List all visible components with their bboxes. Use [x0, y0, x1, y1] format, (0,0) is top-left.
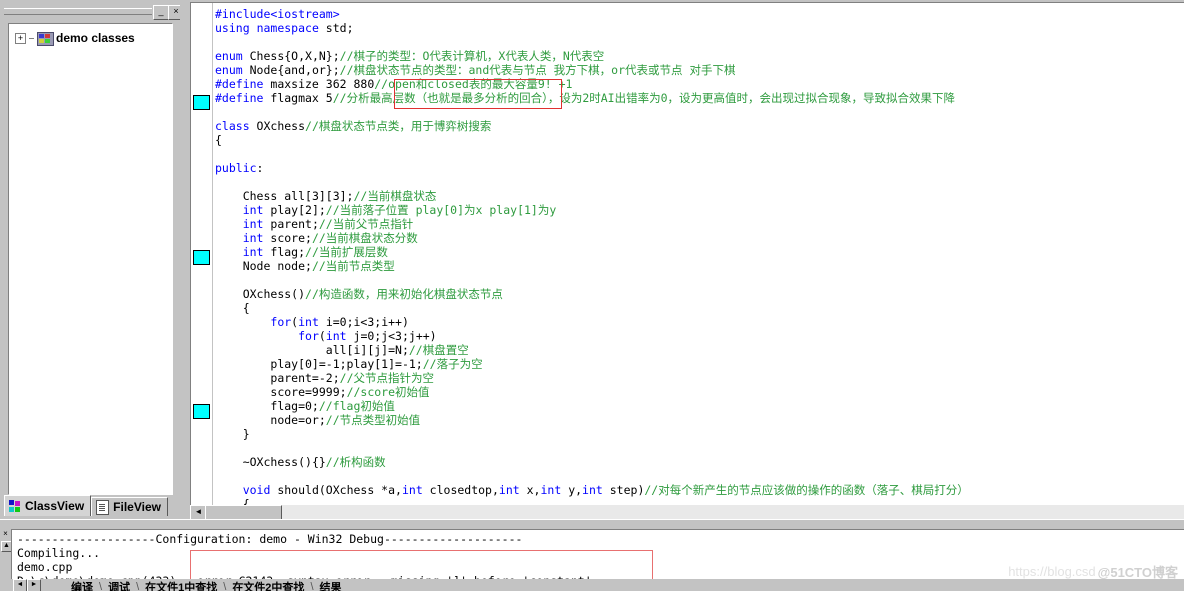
- code-line: using namespace std;: [215, 21, 354, 35]
- output-line: --------------------Configuration: demo …: [17, 532, 523, 546]
- code-line: play[0]=-1;play[1]=-1;//落子为空: [270, 357, 483, 371]
- code-line: #define flagmax 5//分析最高层数（也就是最多分析的回合），设为…: [215, 91, 956, 105]
- code-line: {: [215, 133, 222, 147]
- code-line: void should(OXchess *a,int closedtop,int…: [242, 483, 969, 497]
- code-line: class OXchess//棋盘状态节点类，用于博弈树搜索: [215, 119, 492, 133]
- output-tab[interactable]: 编译: [65, 579, 99, 591]
- output-pane: × ▲ --------------------Configuration: d…: [0, 529, 1184, 591]
- output-pane-sidebar: × ▲: [0, 529, 12, 591]
- code-line: flag=0;//flag初始值: [270, 399, 395, 413]
- output-tab[interactable]: 在文件2中查找: [226, 579, 310, 591]
- code-line: OXchess()//构造函数，用来初始化棋盘状态节点: [242, 287, 503, 301]
- workspace-tab-bar: ClassView FileView: [4, 495, 168, 516]
- workspace-drag-grip[interactable]: [4, 8, 152, 15]
- fileview-icon: [96, 499, 110, 515]
- tree-item-label: demo classes: [56, 31, 135, 45]
- code-line: node=or;//节点类型初始值: [270, 413, 421, 427]
- tab-classview[interactable]: ClassView: [4, 495, 92, 516]
- code-line: Chess all[3][3];//当前棋盘状态: [242, 189, 437, 203]
- editor-gutter[interactable]: [191, 3, 213, 505]
- tab-fileview[interactable]: FileView: [91, 497, 168, 516]
- vertical-splitter[interactable]: [180, 0, 190, 519]
- bookmark-marker-icon[interactable]: [193, 404, 210, 419]
- output-close-icon[interactable]: ×: [1, 530, 10, 539]
- build-output-text: --------------------Configuration: demo …: [17, 532, 592, 580]
- output-tab-next-icon[interactable]: ►: [27, 579, 41, 591]
- code-line: enum Node{and,or};//棋盘状态节点的类型：and代表与节点 我…: [215, 63, 736, 77]
- code-line: }: [242, 427, 250, 441]
- output-tab-bar: ◄ ► 编译 \ 调试 \ 在文件1中查找 \ 在文件2中查找 \ 结果: [11, 579, 1184, 591]
- output-tab-prev-icon[interactable]: ◄: [13, 579, 27, 591]
- output-tab[interactable]: 在文件1中查找: [139, 579, 223, 591]
- code-line: int flag;//当前扩展层数: [242, 245, 388, 259]
- code-editor-surface[interactable]: #include<iostream> using namespace std; …: [190, 2, 1184, 511]
- workspace-pane: _ × + demo classes ClassView FileView: [0, 0, 184, 519]
- code-editor-pane: #include<iostream> using namespace std; …: [190, 0, 1184, 521]
- code-line: {: [242, 301, 250, 315]
- output-tab[interactable]: 调试: [102, 579, 136, 591]
- build-output-text-area[interactable]: --------------------Configuration: demo …: [11, 529, 1184, 580]
- code-line: for(int j=0;j<3;j++): [298, 329, 437, 343]
- code-line: #define maxsize 362 880//open和closed表的最大…: [215, 77, 573, 91]
- tab-classview-label: ClassView: [25, 499, 85, 513]
- class-tree-panel[interactable]: + demo classes: [8, 23, 173, 495]
- code-line: enum Chess{O,X,N};//棋子的类型：O代表计算机，X代表人类，N…: [215, 49, 605, 63]
- output-line: demo.cpp: [17, 560, 73, 574]
- code-line: ~OXchess(){}//析构函数: [242, 455, 386, 469]
- bookmark-marker-icon[interactable]: [193, 95, 210, 110]
- tree-expander-icon[interactable]: +: [15, 32, 26, 44]
- classview-icon: [9, 500, 21, 512]
- output-tab[interactable]: 结果: [314, 579, 348, 591]
- workspace-minimize-button[interactable]: _: [153, 5, 169, 20]
- code-line: public:: [215, 161, 264, 175]
- bookmark-marker-icon[interactable]: [193, 250, 210, 265]
- code-line: Node node;//当前节点类型: [242, 259, 395, 273]
- tab-fileview-label: FileView: [113, 500, 161, 514]
- source-code-text[interactable]: #include<iostream> using namespace std; …: [215, 7, 1183, 511]
- code-line: int parent;//当前父节点指针: [242, 217, 414, 231]
- code-line: all[i][j]=N;//棋盘置空: [325, 343, 469, 357]
- tree-connector-line: [29, 37, 34, 39]
- output-line: Compiling...: [17, 546, 101, 560]
- output-tab-arrows: ◄ ►: [13, 579, 41, 591]
- output-tabs-list: 编译 \ 调试 \ 在文件1中查找 \ 在文件2中查找 \ 结果: [65, 579, 348, 591]
- code-line: int score;//当前棋盘状态分数: [242, 231, 418, 245]
- workspace-titlebar: _ ×: [0, 0, 184, 22]
- class-folder-icon: [37, 31, 54, 46]
- editor-hscroll-track[interactable]: [205, 505, 1184, 521]
- vc6-ide-window: _ × + demo classes ClassView FileView #i…: [0, 0, 1184, 591]
- code-line: for(int i=0;i<3;i++): [270, 315, 409, 329]
- tree-item-demo-classes[interactable]: + demo classes: [15, 29, 135, 47]
- code-line: score=9999;//score初始值: [270, 385, 430, 399]
- code-line: #include<iostream>: [215, 7, 340, 21]
- editor-horizontal-scrollbar[interactable]: ◄: [190, 505, 1184, 521]
- code-line: int play[2];//当前落子位置 play[0]为x play[1]为y: [242, 203, 557, 217]
- code-line: parent=-2;//父节点指针为空: [270, 371, 434, 385]
